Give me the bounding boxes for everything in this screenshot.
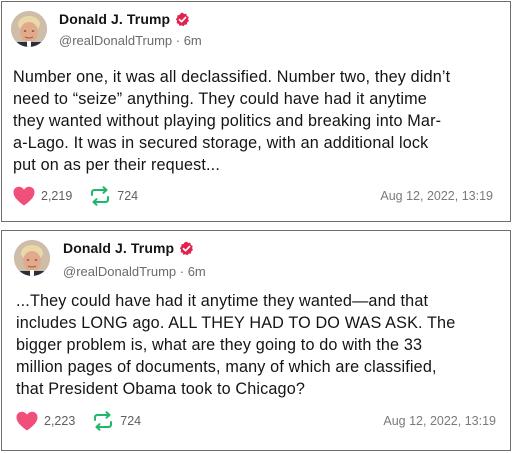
like-count: 2,219 xyxy=(41,189,73,203)
avatar-image xyxy=(11,11,47,47)
heart-icon[interactable] xyxy=(15,410,39,432)
truth-post-1[interactable]: Donald J. Trump @realDonaldTrump · 6m Nu… xyxy=(1,1,511,222)
author-handle[interactable]: @realDonaldTrump · 6m xyxy=(59,33,202,48)
author-row: Donald J. Trump xyxy=(63,240,194,256)
retruth-count: 724 xyxy=(117,189,139,203)
retruth-icon[interactable] xyxy=(91,410,115,432)
truth-post-2[interactable]: Donald J. Trump @realDonaldTrump · 6m ..… xyxy=(1,230,511,451)
post-text: ...They could have had it anytime they w… xyxy=(16,292,456,398)
post-timestamp[interactable]: Aug 12, 2022, 13:19 xyxy=(380,189,493,203)
author-row: Donald J. Trump xyxy=(59,11,190,27)
avatar[interactable] xyxy=(14,240,50,276)
avatar[interactable] xyxy=(11,11,47,47)
like-count: 2,223 xyxy=(44,414,76,428)
retruth-icon[interactable] xyxy=(88,185,112,207)
author-handle[interactable]: @realDonaldTrump · 6m xyxy=(63,264,206,279)
verified-badge-icon xyxy=(179,241,194,256)
author-name[interactable]: Donald J. Trump xyxy=(59,11,170,27)
avatar-image xyxy=(14,240,50,276)
post-timestamp[interactable]: Aug 12, 2022, 13:19 xyxy=(383,414,496,428)
post-footer: 2,219 724 Aug 12, 2022, 13:19 xyxy=(12,185,493,207)
retruth-count: 724 xyxy=(120,414,142,428)
author-name[interactable]: Donald J. Trump xyxy=(63,240,174,256)
verified-badge-icon xyxy=(175,12,190,27)
post-footer: 2,223 724 Aug 12, 2022, 13:19 xyxy=(15,410,496,432)
heart-icon[interactable] xyxy=(12,185,36,207)
post-text: Number one, it was all declassified. Num… xyxy=(13,68,451,174)
